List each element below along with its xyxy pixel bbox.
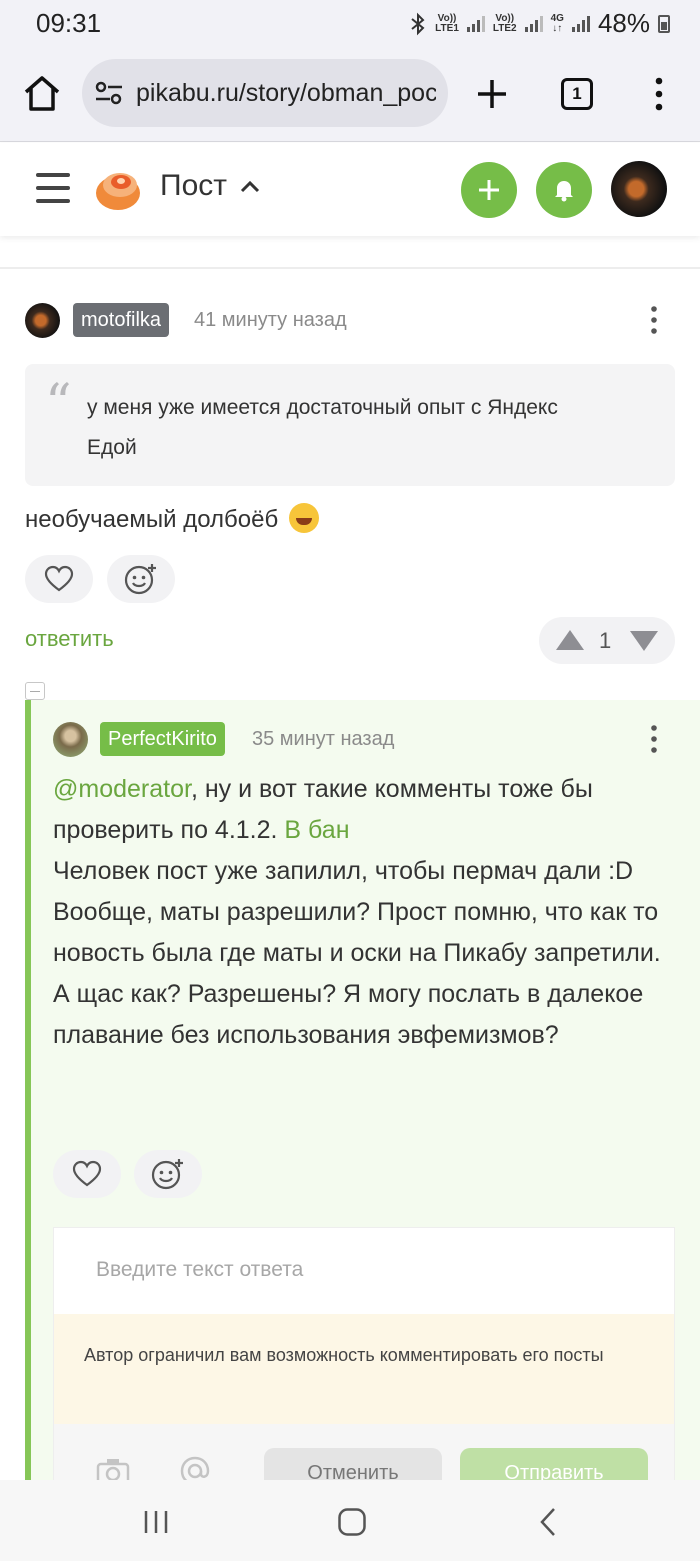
mention-link[interactable]: @moderator xyxy=(53,775,191,803)
more-menu-icon[interactable] xyxy=(650,76,668,112)
quote-block: “ у меня уже имеется достаточный опыт с … xyxy=(25,364,675,486)
add-reaction-icon xyxy=(124,564,156,595)
home-nav-icon[interactable] xyxy=(337,1507,367,1537)
site-settings-icon[interactable] xyxy=(94,79,124,107)
restriction-notice: Автор ограничил вам возможность комменти… xyxy=(54,1314,674,1424)
hamburger-menu-icon[interactable] xyxy=(36,173,70,205)
bell-icon xyxy=(555,181,573,202)
system-nav-bar xyxy=(0,1480,700,1561)
quote-text: у меня уже имеется достаточный опыт с Ян… xyxy=(87,396,558,459)
address-bar[interactable]: pikabu.ru/story/obman_poc xyxy=(82,59,448,127)
quote-icon: “ xyxy=(45,374,72,434)
reaction-button[interactable] xyxy=(107,555,175,603)
home-icon[interactable] xyxy=(22,74,62,114)
battery-icon xyxy=(658,14,670,33)
status-time: 09:31 xyxy=(36,8,102,38)
comment-time[interactable]: 35 минут назад xyxy=(252,728,394,751)
ban-link[interactable]: В бан xyxy=(284,816,349,844)
reply-input[interactable]: Введите текст ответа xyxy=(96,1258,303,1282)
signal-icon xyxy=(571,15,590,32)
reaction-button[interactable] xyxy=(134,1150,202,1198)
reply-form: Введите текст ответа Автор ограничил вам… xyxy=(53,1227,675,1498)
sim1-indicator: Vo)) LTE1 xyxy=(435,12,459,34)
rating-control: 1 xyxy=(539,617,675,664)
signal-icon xyxy=(524,15,543,32)
new-tab-icon[interactable] xyxy=(474,76,510,112)
like-button[interactable] xyxy=(25,555,93,603)
browser-toolbar: pikabu.ru/story/obman_poc 1 xyxy=(0,46,700,142)
comment-menu-icon[interactable] xyxy=(650,724,658,754)
thread-line[interactable] xyxy=(25,700,31,1480)
reply-link[interactable]: ответить xyxy=(25,626,114,652)
reply-form-footer: Отменить Отправить xyxy=(54,1424,674,1498)
status-icons: Vo)) LTE1 Vo)) LTE2 4G ↓↑ 48% xyxy=(409,8,670,39)
notifications-button[interactable] xyxy=(536,162,592,218)
comment-text: @moderator, ну и вот такие комменты тоже… xyxy=(53,775,661,1049)
url-text: pikabu.ru/story/obman_poc xyxy=(136,79,436,107)
status-bar: 09:31 Vo)) LTE1 Vo)) LTE2 4G ↓↑ 48% xyxy=(0,0,700,46)
signal-icon xyxy=(466,15,485,32)
comment-author[interactable]: PerfectKirito xyxy=(100,722,225,756)
rofl-emoji-icon xyxy=(288,503,319,533)
collapse-thread-button[interactable] xyxy=(25,682,45,700)
comment-text: необучаемый долбоёб xyxy=(25,503,319,534)
site-header: Пост xyxy=(0,143,700,236)
battery-percent: 48% xyxy=(597,8,650,38)
profile-avatar[interactable] xyxy=(611,161,667,217)
avatar[interactable] xyxy=(53,722,88,757)
bluetooth-icon xyxy=(411,12,425,35)
pikabu-logo-icon[interactable] xyxy=(94,165,142,211)
avatar[interactable] xyxy=(25,303,60,338)
like-button[interactable] xyxy=(53,1150,121,1198)
back-icon[interactable] xyxy=(538,1507,558,1537)
chevron-up-icon xyxy=(240,180,260,193)
network-type: 4G ↓↑ xyxy=(550,12,564,34)
heart-icon xyxy=(72,1160,102,1187)
page-title[interactable]: Пост xyxy=(160,169,261,203)
add-reaction-icon xyxy=(151,1159,183,1190)
downvote-icon[interactable] xyxy=(629,630,659,652)
recent-apps-icon[interactable] xyxy=(142,1508,170,1536)
comment-menu-icon[interactable] xyxy=(650,305,658,335)
tab-switcher-button[interactable]: 1 xyxy=(561,78,593,110)
sim2-indicator: Vo)) LTE2 xyxy=(492,12,517,34)
upvote-icon[interactable] xyxy=(555,629,585,651)
heart-icon xyxy=(44,565,74,592)
add-post-button[interactable] xyxy=(461,162,517,218)
comment-time[interactable]: 41 минуту назад xyxy=(194,309,347,332)
comment-author[interactable]: motofilka xyxy=(73,303,170,337)
rating-value: 1 xyxy=(599,628,612,653)
plus-icon xyxy=(479,180,499,200)
divider xyxy=(0,267,700,269)
restriction-text: Автор ограничил вам возможность комменти… xyxy=(84,1345,604,1365)
